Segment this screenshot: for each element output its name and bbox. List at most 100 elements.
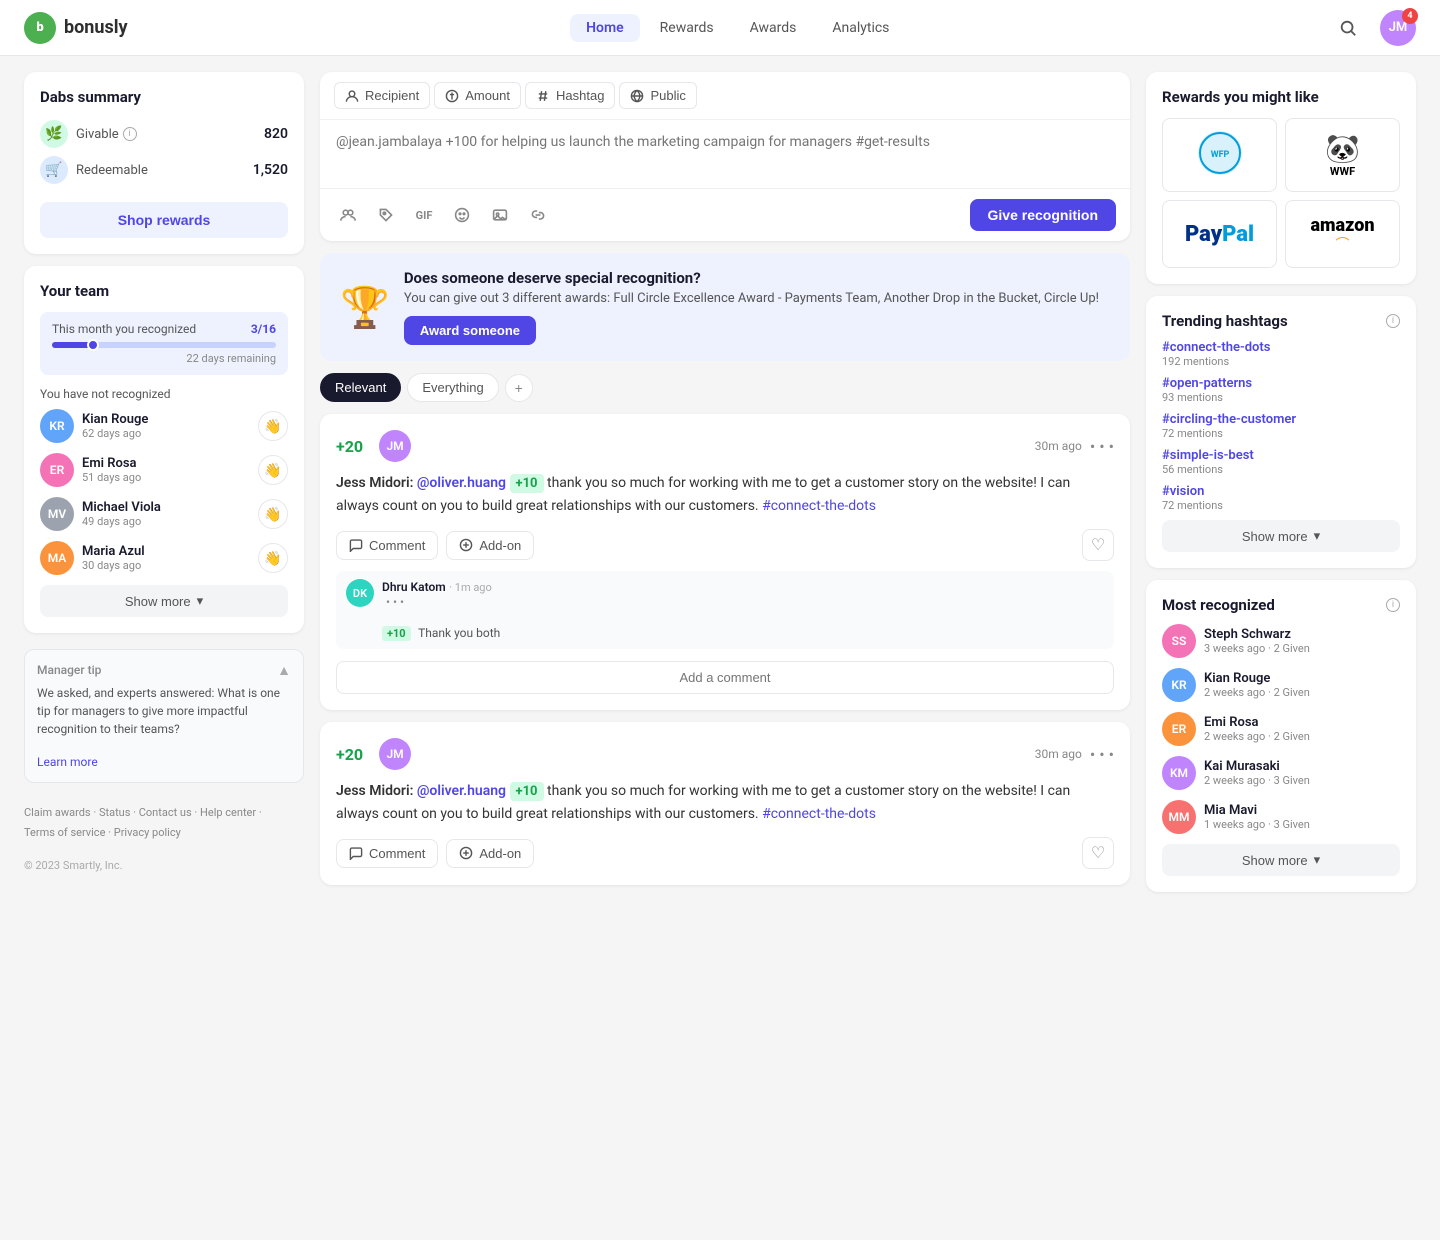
redeemable-row: 🛒 Redeemable 1,520: [40, 156, 288, 184]
user-avatar-container[interactable]: JM 4: [1380, 10, 1416, 46]
comment-item: DK Dhru Katom · 1m ago • • • +10 Thank y…: [336, 571, 1114, 649]
footer-contact[interactable]: Contact us: [139, 806, 192, 819]
comment-button[interactable]: Comment: [336, 531, 438, 560]
footer-help[interactable]: Help center: [200, 806, 256, 819]
logo[interactable]: b bonusly: [24, 12, 128, 44]
recognition-textarea[interactable]: [320, 120, 1130, 184]
hashtag-tag[interactable]: #simple-is-best: [1162, 448, 1400, 463]
post-sender-avatar: JM: [379, 738, 411, 770]
most-recognized-info-icon[interactable]: i: [1386, 598, 1400, 612]
like-button[interactable]: ♡: [1082, 837, 1114, 869]
footer-links: Claim awards · Status · Contact us · Hel…: [24, 803, 304, 843]
hashtag-tag[interactable]: #vision: [1162, 484, 1400, 499]
nav-analytics[interactable]: Analytics: [816, 14, 905, 42]
tab-relevant[interactable]: Relevant: [320, 373, 401, 402]
recognize-button[interactable]: 👋: [258, 455, 288, 485]
show-more-hashtags-button[interactable]: Show more ▾: [1162, 520, 1400, 552]
post-meta: +20 JM: [336, 738, 411, 770]
month-label: This month you recognized: [52, 322, 196, 336]
reward-wwf[interactable]: 🐼 WWF: [1285, 118, 1400, 192]
hashtag-item: #connect-the-dots 192 mentions: [1162, 340, 1400, 368]
navbar: b bonusly Home Rewards Awards Analytics …: [0, 0, 1440, 56]
recognized-name: Emi Rosa: [1204, 715, 1400, 730]
manager-tip-card: Manager tip ▲ We asked, and experts answ…: [24, 649, 304, 783]
post-recipient[interactable]: @oliver.huang: [417, 475, 506, 491]
like-button[interactable]: ♡: [1082, 529, 1114, 561]
addon-button[interactable]: Add-on: [446, 531, 534, 560]
tag-icon[interactable]: [372, 201, 400, 229]
member-days: 62 days ago: [82, 427, 250, 440]
add-tab-button[interactable]: +: [505, 374, 533, 402]
reward-amazon[interactable]: amazon ⌒: [1285, 200, 1400, 268]
list-item: MV Michael Viola 49 days ago 👋: [40, 497, 288, 531]
add-comment-input[interactable]: [336, 661, 1114, 694]
logo-icon: b: [24, 12, 56, 44]
image-icon[interactable]: [486, 201, 514, 229]
post-body: Jess Midori: @oliver.huang +10 thank you…: [336, 780, 1114, 825]
addon-button[interactable]: Add-on: [446, 839, 534, 868]
chevron-down-icon: ▾: [197, 593, 204, 609]
list-item: KR Kian Rouge 2 weeks ago · 2 Given: [1162, 668, 1400, 702]
list-item: SS Steph Schwarz 3 weeks ago · 2 Given: [1162, 624, 1400, 658]
post-hashtag[interactable]: #connect-the-dots: [762, 806, 876, 822]
post-time: 30m ago: [1035, 747, 1082, 761]
gif-button[interactable]: GIF: [410, 201, 438, 229]
composer-actions: GIF Give recognition: [320, 188, 1130, 241]
tab-everything[interactable]: Everything: [407, 373, 498, 402]
link-icon[interactable]: [524, 201, 552, 229]
list-item: KM Kai Murasaki 2 weeks ago · 3 Given: [1162, 756, 1400, 790]
hashtag-tag[interactable]: #circling-the-customer: [1162, 412, 1400, 427]
comment-button[interactable]: Comment: [336, 839, 438, 868]
recognize-button[interactable]: 👋: [258, 543, 288, 573]
recipient-tool[interactable]: Recipient: [334, 82, 430, 109]
post-hashtag[interactable]: #connect-the-dots: [762, 498, 876, 514]
givable-info-icon[interactable]: i: [123, 127, 137, 141]
hashtag-tag[interactable]: #open-patterns: [1162, 376, 1400, 391]
member-name: Maria Azul: [82, 544, 250, 559]
comment-menu-button[interactable]: • • •: [386, 595, 1104, 609]
footer-privacy[interactable]: Privacy policy: [114, 826, 181, 839]
dabs-summary-card: Dabs summary 🌿 Givable i 820 🛒 Redeemabl…: [24, 72, 304, 254]
reward-paypal[interactable]: PayPal: [1162, 200, 1277, 268]
footer-terms[interactable]: Terms of service: [24, 826, 105, 839]
show-more-team-button[interactable]: Show more ▾: [40, 585, 288, 617]
rewards-card: Rewards you might like WFP 🐼: [1146, 72, 1416, 284]
post-recipient[interactable]: @oliver.huang: [417, 783, 506, 799]
give-recognition-button[interactable]: Give recognition: [970, 199, 1116, 231]
post-menu-button[interactable]: • • •: [1090, 437, 1114, 456]
footer-status[interactable]: Status: [99, 806, 130, 819]
visibility-tool[interactable]: Public: [619, 82, 696, 109]
trending-info-icon[interactable]: i: [1386, 314, 1400, 328]
manager-tip-collapse-button[interactable]: ▲: [277, 662, 291, 678]
hashtag-tag[interactable]: #connect-the-dots: [1162, 340, 1400, 355]
member-name: Michael Viola: [82, 500, 250, 515]
award-someone-button[interactable]: Award someone: [404, 316, 536, 345]
reward-wfp[interactable]: WFP: [1162, 118, 1277, 192]
recognize-button[interactable]: 👋: [258, 411, 288, 441]
nav-awards[interactable]: Awards: [734, 14, 813, 42]
show-more-recognized-button[interactable]: Show more ▾: [1162, 844, 1400, 876]
footer-claim-awards[interactable]: Claim awards: [24, 806, 91, 819]
nav-links: Home Rewards Awards Analytics: [176, 14, 1300, 42]
recognized-meta: 1 weeks ago · 3 Given: [1204, 818, 1400, 831]
emoji-icon[interactable]: [448, 201, 476, 229]
recognized-name: Kai Murasaki: [1204, 759, 1400, 774]
nav-home[interactable]: Home: [570, 14, 640, 42]
search-button[interactable]: [1332, 12, 1364, 44]
shop-rewards-button[interactable]: Shop rewards: [40, 202, 288, 238]
post-menu-button[interactable]: • • •: [1090, 745, 1114, 764]
nav-rewards[interactable]: Rewards: [644, 14, 730, 42]
recognized-info: Kian Rouge 2 weeks ago · 2 Given: [1204, 671, 1400, 699]
amount-tool[interactable]: Amount: [434, 82, 521, 109]
learn-more-link[interactable]: Learn more: [37, 755, 98, 769]
hashtag-mentions: 192 mentions: [1162, 355, 1400, 368]
post-bonus: +10: [510, 782, 544, 801]
list-item: MM Mia Mavi 1 weeks ago · 3 Given: [1162, 800, 1400, 834]
member-days: 51 days ago: [82, 471, 250, 484]
hashtag-tool[interactable]: Hashtag: [525, 82, 615, 109]
days-remaining: 22 days remaining: [52, 352, 276, 365]
people-icon[interactable]: [334, 201, 362, 229]
recognize-button[interactable]: 👋: [258, 499, 288, 529]
post-body: Jess Midori: @oliver.huang +10 thank you…: [336, 472, 1114, 517]
progress-fill: [52, 342, 95, 348]
